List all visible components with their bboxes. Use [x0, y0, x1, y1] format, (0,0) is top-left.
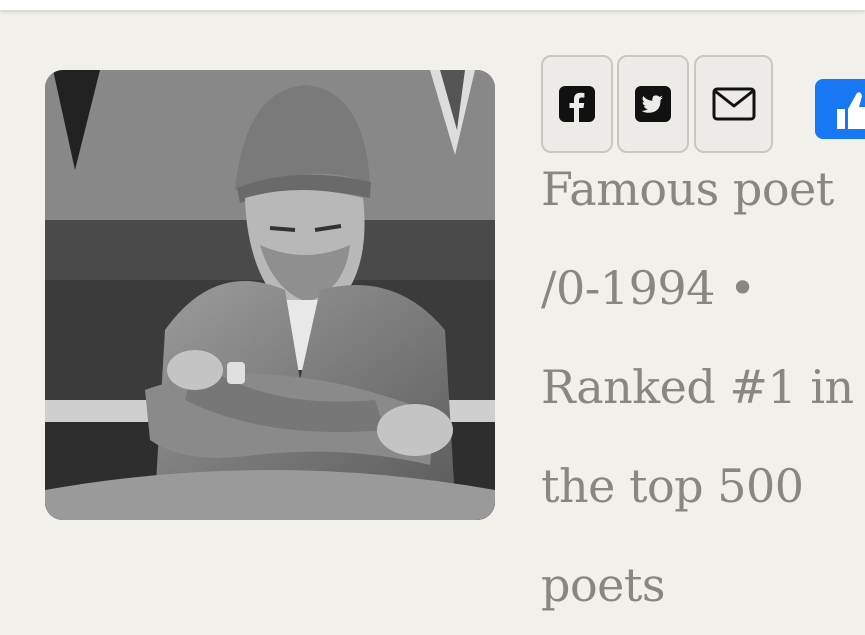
poet-portrait	[45, 70, 495, 520]
facebook-square-icon	[559, 86, 595, 122]
twitter-share-button[interactable]	[617, 55, 689, 153]
poet-description: Famous poet	[541, 162, 834, 216]
thumbs-up-icon	[837, 92, 865, 129]
poet-ranking-end: poets	[541, 558, 665, 612]
twitter-square-icon	[635, 86, 671, 122]
poet-lifespan: /0-1994 •	[541, 261, 756, 315]
envelope-icon	[712, 87, 755, 121]
email-share-button[interactable]	[694, 55, 773, 153]
like-button[interactable]	[815, 79, 865, 139]
top-bar	[0, 0, 865, 10]
poet-ranking-continued: the top 500	[541, 459, 804, 513]
poet-ranking: Ranked #1 in	[541, 360, 854, 414]
facebook-share-button[interactable]	[541, 55, 613, 153]
poet-info: Famous poet /0-1994 • Ranked #1 in the t…	[541, 140, 865, 635]
